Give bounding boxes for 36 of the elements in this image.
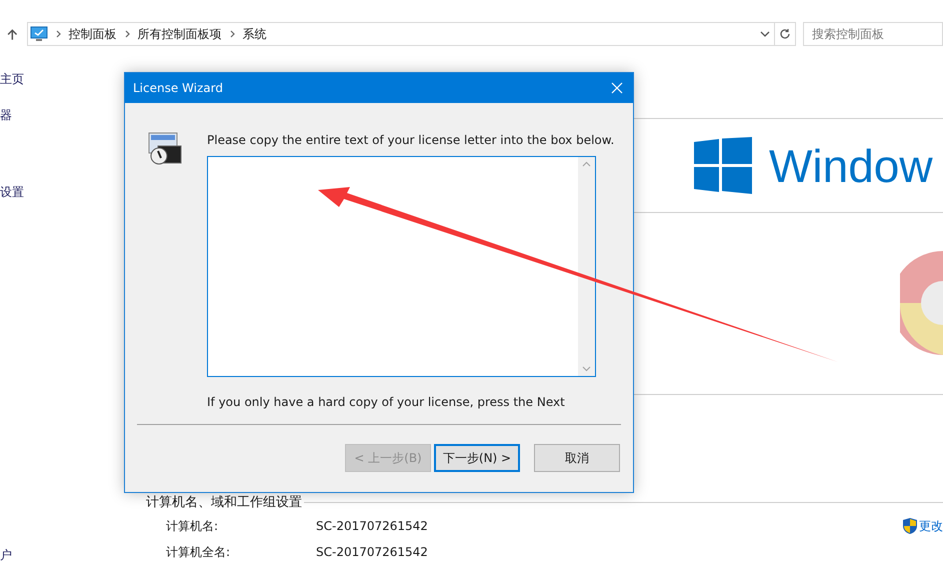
scroll-up-icon[interactable] — [582, 161, 591, 167]
change-settings-link[interactable]: 更改 — [919, 516, 943, 534]
field-value: SC-201707261542 — [316, 544, 428, 560]
scrollbar[interactable] — [578, 157, 595, 376]
close-icon[interactable] — [611, 82, 623, 94]
wizard-button[interactable]: 下一步(N) > — [434, 444, 520, 472]
scroll-down-icon[interactable] — [582, 366, 591, 372]
sidebar-link[interactable]: 器 — [0, 106, 30, 124]
dropdown-caret-icon[interactable] — [760, 29, 770, 39]
address-bar[interactable]: 控制面板 所有控制面板项 系统 — [26, 22, 775, 46]
field-label: 计算机全名: — [166, 544, 232, 560]
sidebar-link[interactable]: 主页 — [0, 70, 30, 88]
chevron-icon — [56, 30, 61, 38]
hard-copy-note: If you only have a hard copy of your license, press the Next — [207, 394, 566, 411]
refresh-button[interactable] — [774, 22, 796, 46]
shield-icon — [903, 518, 917, 534]
field-label: 计算机名: — [166, 518, 220, 534]
chevron-icon — [124, 30, 130, 38]
windows-logo-icon — [694, 137, 752, 194]
breadcrumb-item[interactable]: 所有控制面板项 — [138, 25, 222, 43]
field-value: SC-201707261542 — [316, 518, 428, 534]
wizard-button[interactable]: 取消 — [534, 444, 620, 472]
computer-icon — [30, 26, 48, 42]
section-title: 计算机名、域和工作组设置 — [146, 494, 302, 512]
breadcrumb-item[interactable]: 控制面板 — [68, 25, 117, 43]
windows-logo-text: Window — [769, 142, 933, 188]
up-arrow-icon[interactable] — [6, 28, 19, 40]
chevron-icon — [230, 30, 235, 38]
sidebar-link[interactable]: 户 — [0, 546, 30, 564]
search-field[interactable]: 搜索控制面板 — [803, 22, 943, 46]
sidebar-link[interactable]: 设置 — [0, 183, 30, 201]
breadcrumb-item[interactable]: 系统 — [242, 25, 267, 43]
license-text-area[interactable] — [207, 156, 596, 377]
dialog-title: License Wizard — [133, 80, 223, 97]
refresh-icon — [778, 28, 791, 40]
instruction-text: Please copy the entire text of your license letter into the box below. — [207, 132, 614, 149]
